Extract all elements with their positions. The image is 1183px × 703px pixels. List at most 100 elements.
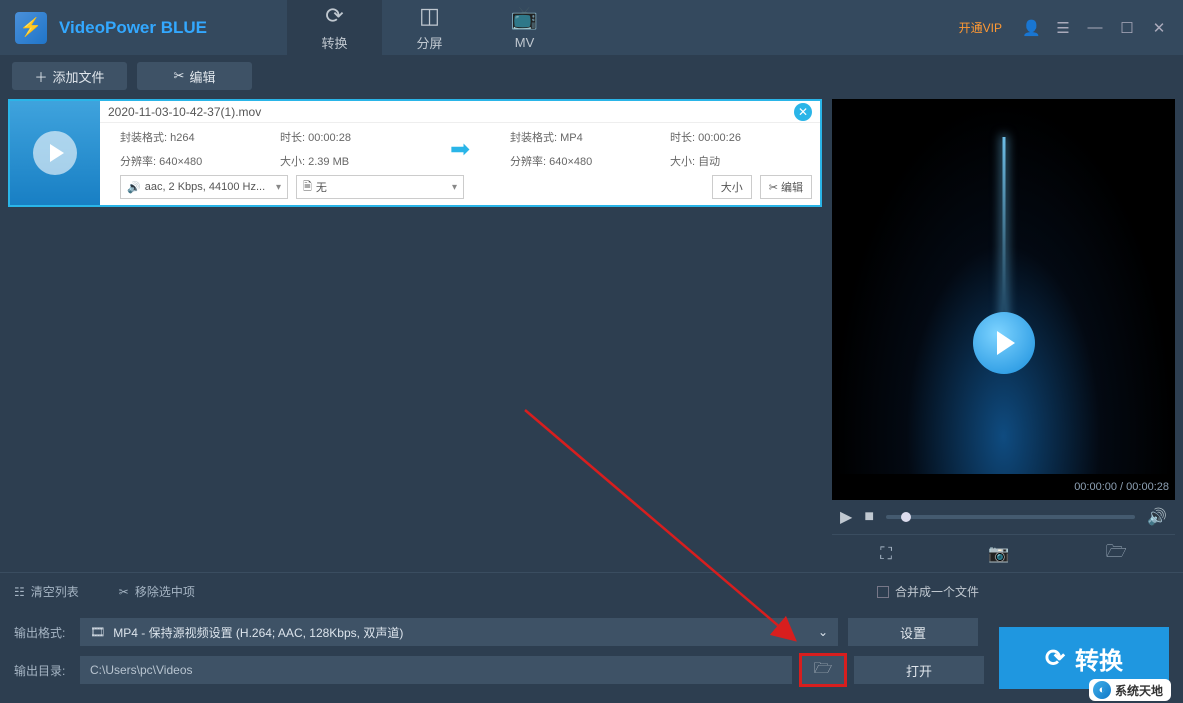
volume-icon[interactable]: 🔊 [1147, 507, 1167, 527]
preview-tools: ⛶ 📷 🗁 [832, 534, 1175, 572]
settings-button[interactable]: 设置 [848, 618, 978, 646]
dst-format: MP4 [560, 132, 583, 144]
tab-convert[interactable]: ⟳ 转换 [287, 0, 382, 55]
convert-label: 转换 [1075, 641, 1123, 676]
tab-mv[interactable]: 📺 MV [477, 0, 572, 55]
output-dir-value: C:\Users\pc\Videos [90, 663, 193, 677]
subtitle-icon: 🗎 [303, 178, 312, 197]
src-info-col2: 时长: 00:00:28 大小: 2.39 MB [280, 129, 410, 169]
preview-play-icon [973, 312, 1035, 374]
open-button[interactable]: 打开 [854, 656, 984, 684]
list-icon: ☷ [14, 585, 25, 599]
tab-split[interactable]: ◫ 分屏 [382, 0, 477, 55]
output-dir-input[interactable]: C:\Users\pc\Videos [80, 656, 792, 684]
tv-icon: 📺 [511, 5, 538, 31]
watermark-text: 系统天地 [1115, 682, 1163, 699]
add-file-button[interactable]: ＋ 添加文件 [12, 62, 127, 90]
dst-size-label: 大小: [670, 156, 695, 168]
stop-button[interactable]: ■ [864, 508, 874, 526]
refresh-icon: ⟳ [1045, 644, 1065, 673]
file-card-body: 2020-11-03-10-42-37(1).mov ✕ 封装格式: h264 … [100, 101, 820, 205]
split-icon: ◫ [419, 3, 440, 29]
close-button[interactable]: ✕ [1150, 19, 1168, 37]
folder-open-icon: 🗁 [814, 658, 833, 683]
folder-icon[interactable]: 🗁 [1106, 539, 1127, 568]
audio-track-select[interactable]: 🔊 aac, 2 Kbps, 44100 Hz... ▾ [120, 175, 288, 199]
watermark: ◐ 系统天地 [1089, 679, 1171, 701]
file-edit-button[interactable]: ✂ 编辑 [760, 175, 812, 199]
player-controls: ▶ ■ 🔊 [832, 500, 1175, 534]
checkbox-icon[interactable] [877, 586, 889, 598]
file-thumbnail[interactable] [10, 101, 100, 205]
file-info: 封装格式: h264 分辨率: 640×480 时长: 00:00:28 大小:… [100, 123, 820, 175]
browse-folder-button[interactable]: 🗁 [802, 656, 844, 684]
output-format-select[interactable]: 🎞 MP4 - 保持源视频设置 (H.264; AAC, 128Kbps, 双声… [80, 618, 838, 646]
edit-label: 编辑 [189, 67, 215, 86]
time-display: 00:00:00 / 00:00:28 [832, 474, 1175, 500]
remove-selected-button[interactable]: ✂ 移除选中项 [119, 583, 195, 600]
arrow-right-icon: ➡ [450, 135, 470, 164]
refresh-icon: ⟳ [325, 3, 343, 29]
dst-format-label: 封装格式: [510, 132, 557, 144]
app-title: VideoPower BLUE [59, 18, 207, 38]
remove-file-button[interactable]: ✕ [794, 103, 812, 121]
edit-button[interactable]: ✂ 编辑 [137, 62, 252, 90]
remove-icon: ✂ [119, 585, 129, 599]
dst-info-col1: 封装格式: MP4 分辨率: 640×480 [510, 129, 670, 169]
conversion-arrow: ➡ [410, 135, 510, 164]
list-actions-bar: ☷ 清空列表 ✂ 移除选中项 合并成一个文件 [0, 572, 1183, 610]
src-size-label: 大小: [280, 156, 305, 168]
merge-toggle[interactable]: 合并成一个文件 [877, 583, 979, 600]
video-preview[interactable] [832, 99, 1175, 474]
play-button[interactable]: ▶ [840, 507, 852, 527]
scissors-icon: ✂ [174, 68, 185, 84]
minimize-button[interactable]: — [1086, 19, 1104, 36]
file-list-pane: 2020-11-03-10-42-37(1).mov ✕ 封装格式: h264 … [0, 97, 828, 572]
add-file-label: 添加文件 [53, 67, 105, 86]
globe-icon: ◐ [1093, 681, 1111, 699]
seek-handle[interactable] [901, 512, 911, 522]
subtitle-select[interactable]: 🗎 无 ▾ [296, 175, 464, 199]
toolbar: ＋ 添加文件 ✂ 编辑 [0, 55, 1183, 97]
subtitle-select-value: 无 [316, 179, 327, 195]
file-card[interactable]: 2020-11-03-10-42-37(1).mov ✕ 封装格式: h264 … [8, 99, 822, 207]
output-dir-label: 输出目录: [14, 662, 70, 679]
src-size: 2.39 MB [308, 156, 349, 168]
src-dur-label: 时长: [280, 132, 305, 144]
file-card-footer: 🔊 aac, 2 Kbps, 44100 Hz... ▾ 🗎 无 ▾ 大小 ✂ … [100, 175, 820, 205]
chevron-down-icon: ▾ [276, 182, 281, 193]
src-info-col1: 封装格式: h264 分辨率: 640×480 [120, 129, 280, 169]
src-format-label: 封装格式: [120, 132, 167, 144]
chevron-down-icon: ⌄ [818, 625, 828, 639]
crop-icon[interactable]: ⛶ [880, 544, 892, 564]
file-edit-label: 编辑 [781, 179, 803, 195]
tab-split-label: 分屏 [416, 33, 442, 52]
dst-res-label: 分辨率: [510, 156, 546, 168]
main-tabs: ⟳ 转换 ◫ 分屏 📺 MV [287, 0, 572, 55]
src-dur: 00:00:28 [308, 132, 351, 144]
dst-dur: 00:00:26 [698, 132, 741, 144]
size-btn-label: 大小 [721, 179, 743, 195]
dst-dur-label: 时长: [670, 132, 695, 144]
size-button[interactable]: 大小 [712, 175, 752, 199]
film-icon: 🎞 [90, 625, 105, 639]
chevron-down-icon: ▾ [452, 182, 457, 193]
menu-icon[interactable]: ☰ [1054, 19, 1072, 37]
speaker-icon: 🔊 [127, 181, 141, 194]
seek-bar[interactable] [886, 515, 1135, 519]
window-controls: 开通VIP 👤 ☰ — ☐ ✕ [959, 19, 1183, 37]
file-card-header: 2020-11-03-10-42-37(1).mov ✕ [100, 101, 820, 123]
audio-select-value: aac, 2 Kbps, 44100 Hz... [145, 181, 265, 193]
user-icon[interactable]: 👤 [1022, 19, 1040, 37]
clear-list-label: 清空列表 [31, 583, 79, 600]
maximize-button[interactable]: ☐ [1118, 19, 1136, 37]
preview-pane: 00:00:00 / 00:00:28 ▶ ■ 🔊 ⛶ 📷 🗁 [828, 97, 1183, 572]
file-name: 2020-11-03-10-42-37(1).mov [108, 105, 794, 119]
merge-label: 合并成一个文件 [895, 583, 979, 600]
dst-info-col2: 时长: 00:00:26 大小: 自动 [670, 129, 800, 169]
snapshot-icon[interactable]: 📷 [988, 544, 1009, 564]
time-text: 00:00:00 / 00:00:28 [1074, 481, 1169, 493]
vip-link[interactable]: 开通VIP [959, 19, 1002, 36]
output-format-value: MP4 - 保持源视频设置 (H.264; AAC, 128Kbps, 双声道) [113, 624, 403, 641]
clear-list-button[interactable]: ☷ 清空列表 [14, 583, 79, 600]
